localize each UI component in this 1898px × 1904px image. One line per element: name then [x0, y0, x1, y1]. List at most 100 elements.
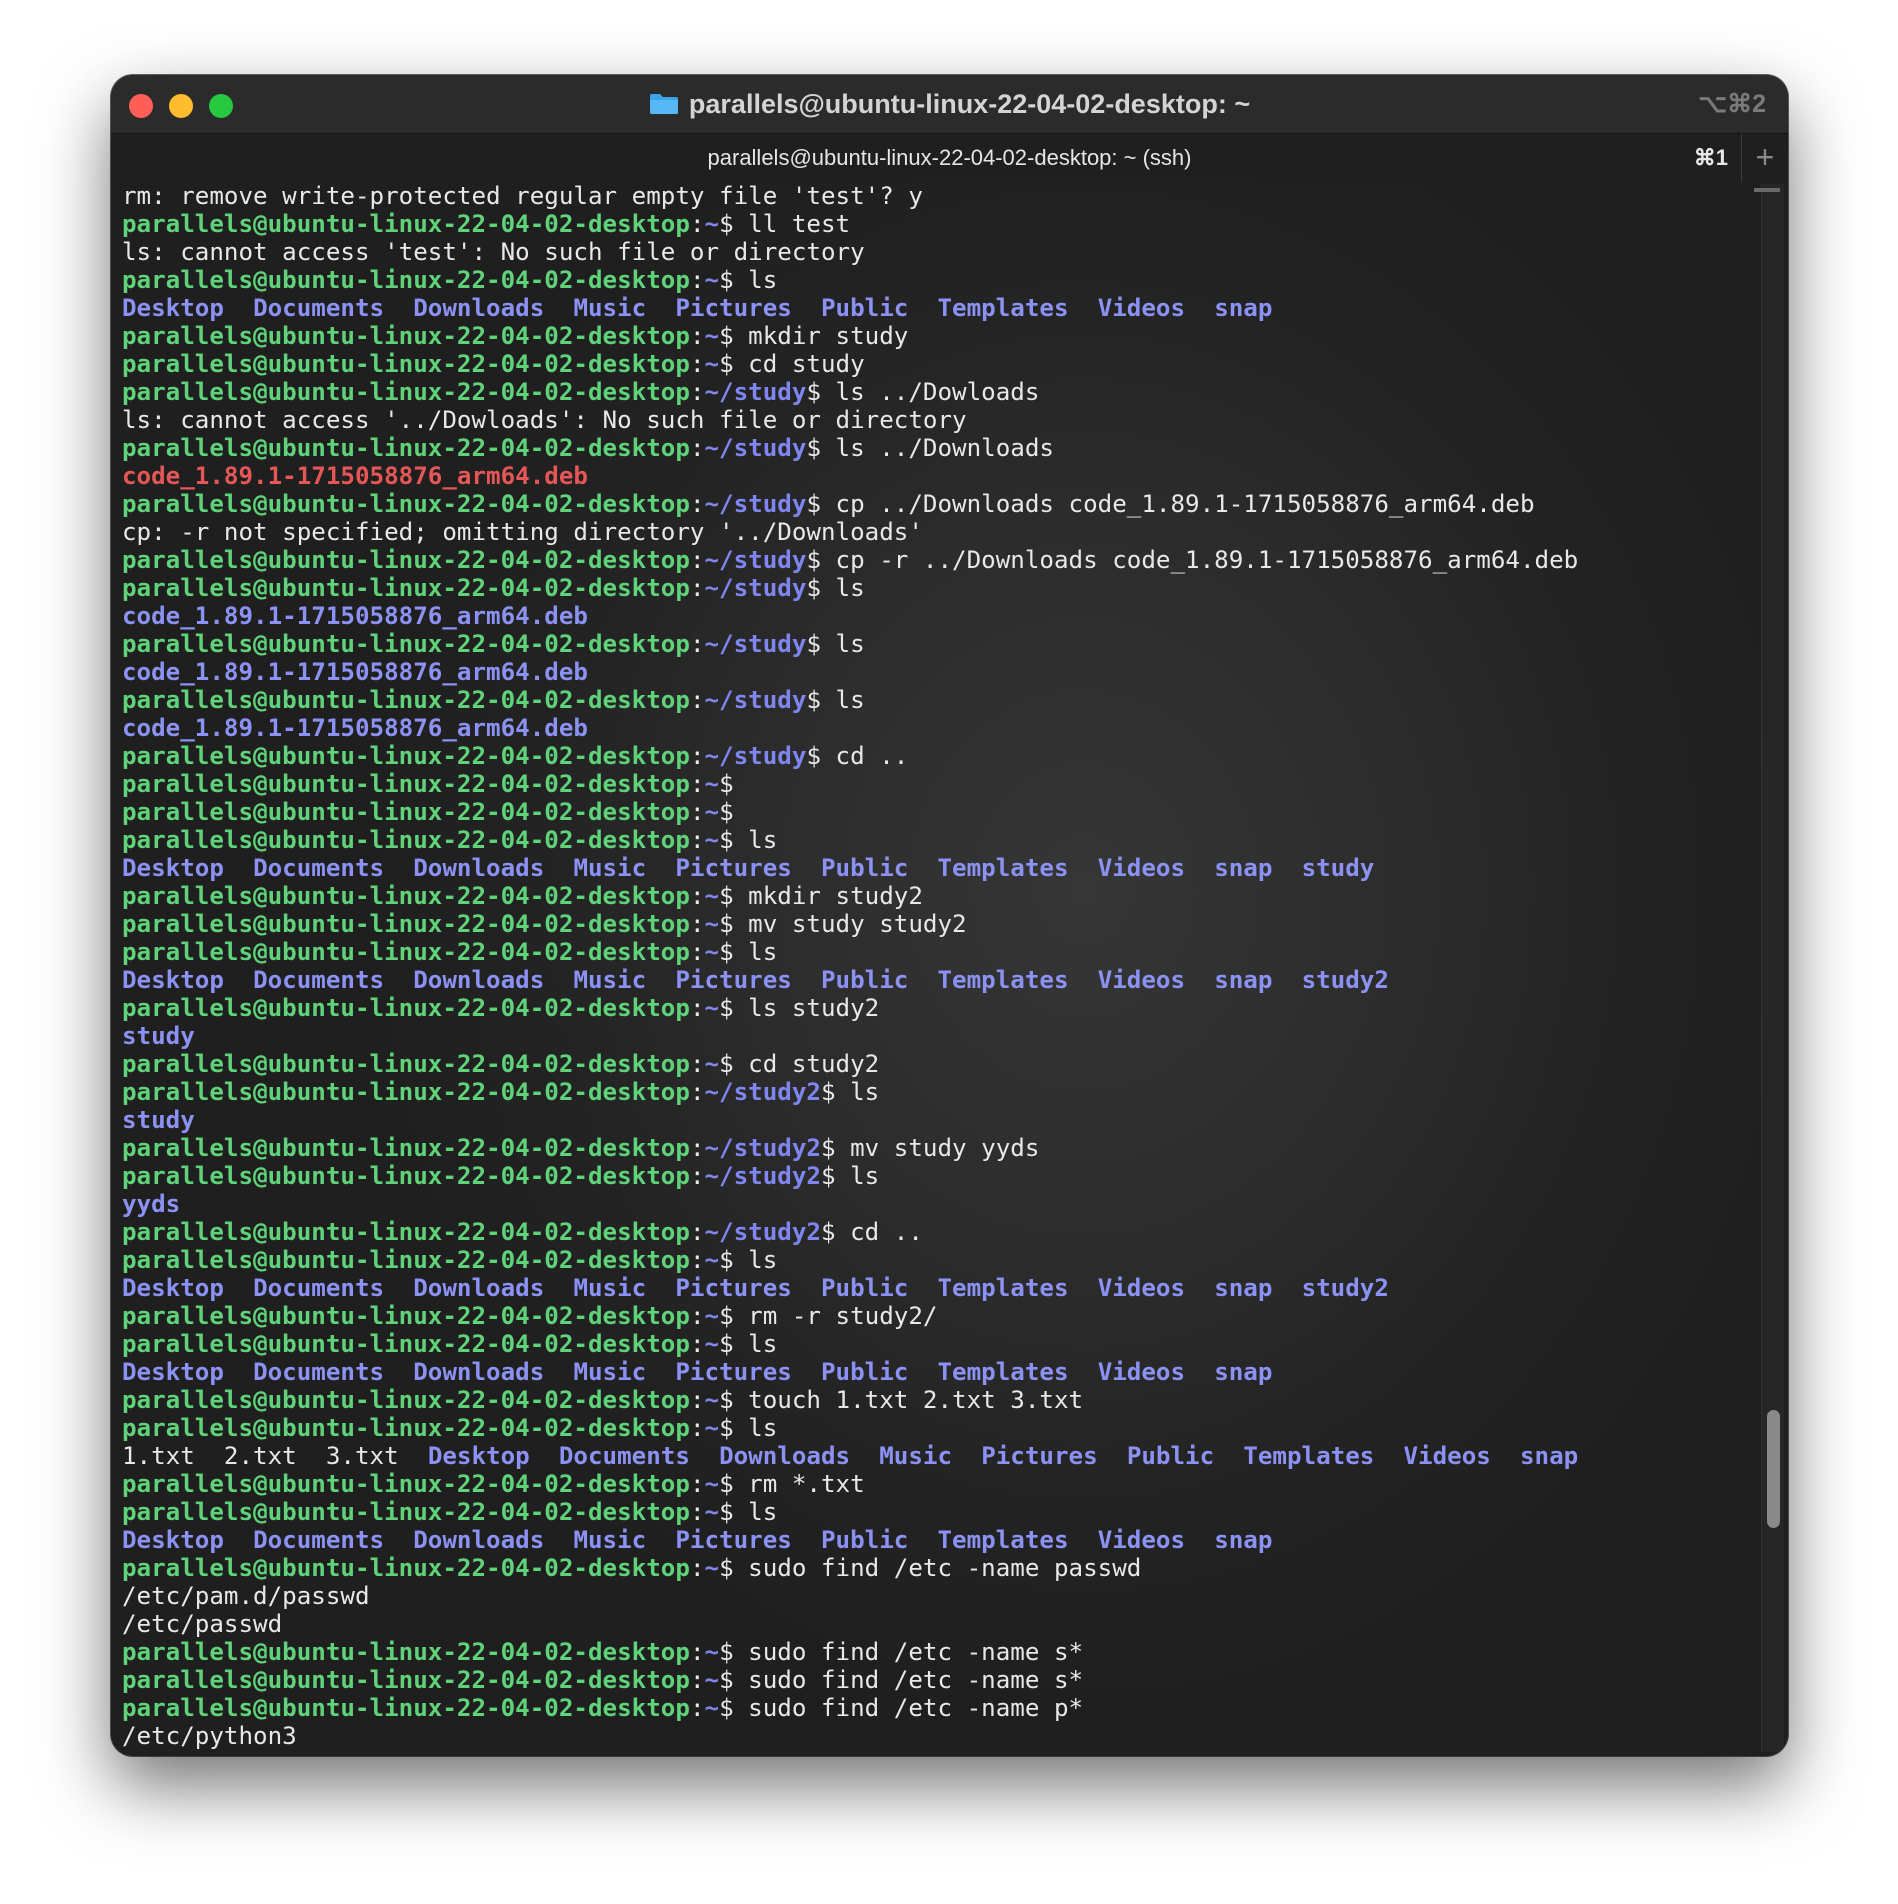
output-text: :: [689, 210, 705, 238]
directory-entry: Downloads: [719, 1442, 851, 1470]
output-text: :: [689, 1330, 705, 1358]
terminal-line: parallels@ubuntu-linux-22-04-02-desktop:…: [122, 1050, 1752, 1078]
prompt-path: ~: [704, 1470, 720, 1498]
output-text: 1.txt 2.txt 3.txt: [122, 1442, 428, 1470]
output-text: :: [689, 1246, 705, 1274]
prompt-path: ~: [704, 826, 720, 854]
output-text: :: [689, 630, 705, 658]
output-text: /etc/pam.d/passwd: [122, 1582, 370, 1610]
terminal-line: /etc/passwd: [122, 1610, 1752, 1638]
output-text: $ cp -r ../Downloads code_1.89.1-1715058…: [806, 546, 1579, 574]
prompt-path: ~: [704, 210, 720, 238]
terminal-line: code_1.89.1-1715058876_arm64.deb: [122, 658, 1752, 686]
prompt-user: parallels@ubuntu-linux-22-04-02-desktop: [122, 1218, 690, 1246]
terminal-line: parallels@ubuntu-linux-22-04-02-desktop:…: [122, 1554, 1752, 1582]
output-text: :: [689, 1162, 705, 1190]
terminal-output-area[interactable]: rm: remove write-protected regular empty…: [111, 182, 1788, 1756]
tab-ssh-session[interactable]: parallels@ubuntu-linux-22-04-02-desktop:…: [111, 145, 1788, 171]
directory-entry: Desktop: [122, 966, 224, 994]
directory-entry: Templates: [1243, 1442, 1375, 1470]
directory-entry: snap: [1520, 1442, 1579, 1470]
terminal-line: parallels@ubuntu-linux-22-04-02-desktop:…: [122, 266, 1752, 294]
directory-entry: Pictures: [981, 1442, 1098, 1470]
output-text: :: [689, 490, 705, 518]
directory-entry: code_1.89.1-1715058876_arm64.deb: [122, 714, 588, 742]
terminal-line: parallels@ubuntu-linux-22-04-02-desktop:…: [122, 1386, 1752, 1414]
directory-entry: Music: [573, 1274, 647, 1302]
scrollbar-thumb[interactable]: [1767, 1410, 1780, 1528]
prompt-path: ~: [704, 910, 720, 938]
output-text: :: [689, 1386, 705, 1414]
window-title-container: parallels@ubuntu-linux-22-04-02-desktop:…: [111, 89, 1788, 120]
directory-entry: study: [1301, 854, 1375, 882]
terminal-line: parallels@ubuntu-linux-22-04-02-desktop:…: [122, 630, 1752, 658]
deb-file: code_1.89.1-1715058876_arm64.deb: [122, 462, 588, 490]
terminal-line: parallels@ubuntu-linux-22-04-02-desktop:…: [122, 1218, 1752, 1246]
prompt-path: ~/study: [704, 742, 807, 770]
prompt-user: parallels@ubuntu-linux-22-04-02-desktop: [122, 210, 690, 238]
output-text: $ ls: [719, 266, 778, 294]
terminal-line: parallels@ubuntu-linux-22-04-02-desktop:…: [122, 434, 1752, 462]
terminal-line: parallels@ubuntu-linux-22-04-02-desktop:…: [122, 910, 1752, 938]
prompt-user: parallels@ubuntu-linux-22-04-02-desktop: [122, 882, 690, 910]
output-text: $ ls: [719, 826, 778, 854]
directory-entry: Pictures: [675, 1358, 792, 1386]
directory-entry: snap: [1214, 1526, 1273, 1554]
terminal-line: parallels@ubuntu-linux-22-04-02-desktop:…: [122, 350, 1752, 378]
directory-entry: Documents: [253, 294, 385, 322]
terminal-line: parallels@ubuntu-linux-22-04-02-desktop:…: [122, 1162, 1752, 1190]
prompt-user: parallels@ubuntu-linux-22-04-02-desktop: [122, 798, 690, 826]
terminal-line: parallels@ubuntu-linux-22-04-02-desktop:…: [122, 1414, 1752, 1442]
output-text: $: [719, 798, 734, 826]
output-text: $ cd study: [719, 350, 865, 378]
directory-entry: Downloads: [413, 966, 545, 994]
directory-entry: Videos: [1097, 294, 1186, 322]
prompt-user: parallels@ubuntu-linux-22-04-02-desktop: [122, 266, 690, 294]
directory-entry: Music: [573, 854, 647, 882]
terminal-line: study: [122, 1106, 1752, 1134]
terminal-line: parallels@ubuntu-linux-22-04-02-desktop:…: [122, 1470, 1752, 1498]
directory-entry: Pictures: [675, 966, 792, 994]
prompt-user: parallels@ubuntu-linux-22-04-02-desktop: [122, 770, 690, 798]
terminal-line: Desktop Documents Downloads Music Pictur…: [122, 1358, 1752, 1386]
directory-entry: Videos: [1097, 854, 1186, 882]
terminal-line: parallels@ubuntu-linux-22-04-02-desktop:…: [122, 1666, 1752, 1694]
output-text: $ ls: [806, 630, 865, 658]
output-text: $ cp ../Downloads code_1.89.1-1715058876…: [806, 490, 1535, 518]
prompt-path: ~/study2: [704, 1134, 822, 1162]
output-text: :: [689, 1078, 705, 1106]
prompt-path: ~: [704, 266, 720, 294]
terminal-line: Desktop Documents Downloads Music Pictur…: [122, 854, 1752, 882]
new-tab-button[interactable]: +: [1741, 134, 1788, 182]
terminal-line: parallels@ubuntu-linux-22-04-02-desktop:…: [122, 1330, 1752, 1358]
directory-entry: Music: [573, 1358, 647, 1386]
output-text: :: [689, 882, 705, 910]
output-text: :: [689, 910, 705, 938]
title-bar[interactable]: parallels@ubuntu-linux-22-04-02-desktop:…: [111, 75, 1788, 133]
directory-entry: Downloads: [413, 854, 545, 882]
terminal-line: ls: cannot access 'test': No such file o…: [122, 238, 1752, 266]
output-text: :: [689, 350, 705, 378]
directory-entry: Templates: [937, 1526, 1069, 1554]
prompt-path: ~: [704, 1638, 720, 1666]
terminal-line: /etc/pam.d/passwd: [122, 1582, 1752, 1610]
terminal-lines: rm: remove write-protected regular empty…: [122, 182, 1752, 1750]
